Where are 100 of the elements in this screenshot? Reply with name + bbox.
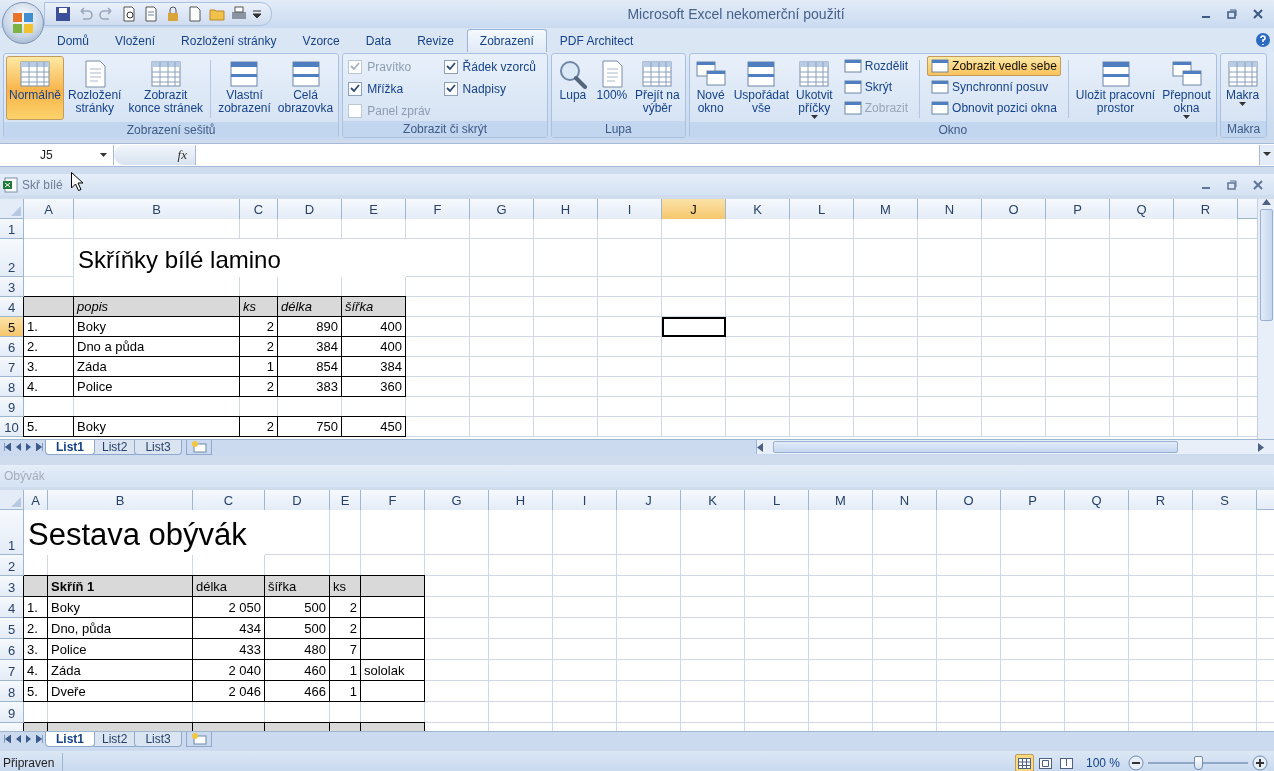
column-header[interactable]: K: [681, 490, 745, 510]
column-header[interactable]: A: [24, 490, 48, 510]
column-header[interactable]: M: [809, 490, 873, 510]
name-box[interactable]: J5: [0, 145, 114, 165]
row-header[interactable]: 1: [0, 219, 24, 239]
row-header[interactable]: 8: [0, 377, 24, 397]
vertical-scrollbar[interactable]: [1257, 199, 1274, 439]
slider-thumb[interactable]: [1194, 756, 1203, 770]
ribbon-tab[interactable]: Zobrazení: [466, 29, 547, 52]
ribbon-button[interactable]: Nové okno: [691, 56, 730, 120]
checkbox-option[interactable]: Řádek vzorců: [443, 56, 542, 77]
checkbox-option[interactable]: Nadpisy: [443, 78, 542, 99]
column-header[interactable]: R: [1174, 199, 1238, 219]
column-header[interactable]: C: [193, 490, 265, 510]
ribbon-button[interactable]: Ukotvit příčky: [793, 56, 836, 120]
row-header[interactable]: 5: [0, 317, 24, 337]
print-preview-icon[interactable]: [121, 6, 137, 22]
row-header[interactable]: 7: [0, 357, 24, 377]
column-header[interactable]: I: [598, 199, 662, 219]
column-header[interactable]: K: [726, 199, 790, 219]
column-header[interactable]: S: [1193, 490, 1257, 510]
column-header[interactable]: P: [1046, 199, 1110, 219]
ribbon-button[interactable]: Makra: [1222, 56, 1263, 120]
ribbon-button[interactable]: Přejít na výběr: [631, 56, 683, 120]
column-header[interactable]: F: [361, 490, 425, 510]
ribbon-button[interactable]: Uspořádat vše: [730, 56, 793, 120]
row-header[interactable]: 9: [0, 702, 24, 723]
view-button[interactable]: [1014, 754, 1034, 771]
ribbon-button[interactable]: Uložit pracovní prostor: [1072, 56, 1159, 120]
ribbon-button[interactable]: Rozložení stránky: [65, 56, 125, 120]
row-header[interactable]: 1: [0, 510, 24, 555]
ribbon-button[interactable]: Zobrazit konce stránek: [125, 56, 207, 120]
column-header[interactable]: A: [24, 199, 74, 219]
expand-icon[interactable]: [1263, 151, 1271, 159]
column-header[interactable]: H: [489, 490, 553, 510]
first-sheet-icon[interactable]: [4, 735, 11, 743]
column-header[interactable]: H: [534, 199, 598, 219]
restore-icon[interactable]: [1226, 8, 1238, 20]
row-header[interactable]: 4: [0, 297, 24, 317]
column-header[interactable]: D: [265, 490, 330, 510]
checkbox-option[interactable]: Mřížka: [348, 78, 437, 99]
sheet-tab[interactable]: List1: [45, 440, 95, 455]
column-header[interactable]: O: [937, 490, 1001, 510]
column-header[interactable]: R: [1129, 490, 1193, 510]
document-icon[interactable]: [143, 6, 159, 22]
column-header[interactable]: C: [240, 199, 278, 219]
ribbon-button[interactable]: Normálně: [6, 56, 65, 120]
zoom-in-icon[interactable]: [1252, 755, 1268, 771]
ribbon-button[interactable]: Lupa: [553, 56, 592, 120]
ribbon-button[interactable]: Přepnout okna: [1159, 56, 1214, 120]
ribbon-tab[interactable]: Rozložení stránky: [168, 29, 290, 52]
close-icon[interactable]: [1252, 8, 1264, 20]
ribbon-tab[interactable]: PDF Architect: [546, 29, 647, 52]
ribbon-button[interactable]: Obnovit pozici okna: [927, 98, 1061, 118]
ribbon-button[interactable]: Zobrazit vedle sebe: [927, 56, 1061, 76]
checkbox[interactable]: [348, 81, 363, 96]
checkbox[interactable]: [443, 59, 458, 74]
previous-sheet-icon[interactable]: [16, 735, 21, 743]
ribbon-button[interactable]: Synchronní posuv: [927, 77, 1061, 97]
next-sheet-icon[interactable]: [26, 735, 31, 743]
sheet-tab[interactable]: List3: [134, 440, 182, 455]
ribbon-button[interactable]: Rozdělit: [839, 56, 913, 76]
scroll-thumb[interactable]: [1259, 209, 1273, 321]
ribbon-tab[interactable]: Data: [352, 29, 405, 52]
save-icon[interactable]: [55, 6, 71, 22]
lock-icon[interactable]: [165, 6, 181, 22]
column-header[interactable]: G: [470, 199, 534, 219]
customize-caret-icon[interactable]: [253, 10, 261, 18]
row-header[interactable]: 6: [0, 337, 24, 357]
row-header[interactable]: 2: [0, 555, 24, 576]
close-icon[interactable]: [1252, 178, 1264, 191]
column-header[interactable]: J: [662, 199, 726, 219]
sheet-tab[interactable]: List3: [134, 732, 182, 747]
new-document-icon[interactable]: [187, 6, 203, 22]
left-arrow-icon[interactable]: [757, 442, 763, 452]
right-arrow-icon[interactable]: [1258, 442, 1264, 452]
active-cell[interactable]: [662, 317, 726, 337]
row-header[interactable]: 6: [0, 639, 24, 660]
column-header[interactable]: L: [745, 490, 809, 510]
up-arrow-icon[interactable]: [1261, 199, 1271, 205]
ribbon-button[interactable]: Vlastní zobrazení: [215, 56, 274, 120]
column-header[interactable]: N: [918, 199, 982, 219]
checkbox[interactable]: [443, 81, 458, 96]
row-header[interactable]: 3: [0, 277, 24, 297]
column-header[interactable]: I: [553, 490, 617, 510]
ribbon-button[interactable]: 100%: [592, 56, 631, 120]
column-header[interactable]: Q: [1110, 199, 1174, 219]
row-header[interactable]: 7: [0, 660, 24, 681]
ribbon-button[interactable]: Celá obrazovka: [274, 56, 337, 120]
row-header[interactable]: 9: [0, 397, 24, 417]
column-header[interactable]: E: [342, 199, 406, 219]
row-header[interactable]: 10: [0, 417, 24, 437]
zoom-out-icon[interactable]: [1128, 755, 1144, 771]
row-header[interactable]: 5: [0, 618, 24, 639]
help-icon[interactable]: [1255, 32, 1271, 48]
column-header[interactable]: P: [1001, 490, 1065, 510]
last-sheet-icon[interactable]: [36, 443, 43, 451]
sheet-tab[interactable]: List1: [45, 732, 95, 747]
row-header[interactable]: 2: [0, 239, 24, 277]
column-header[interactable]: M: [854, 199, 918, 219]
